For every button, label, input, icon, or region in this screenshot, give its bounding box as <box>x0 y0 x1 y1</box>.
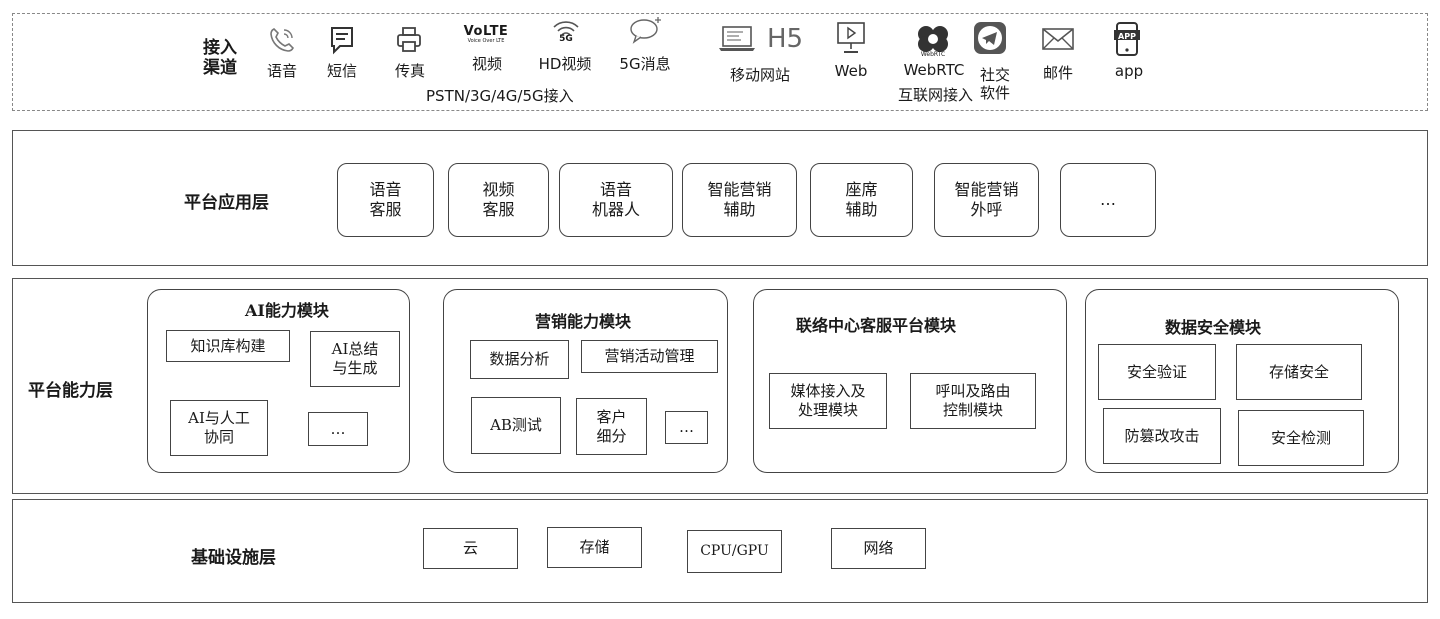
app-icon-text: APP <box>1118 32 1136 41</box>
infra-item-storage: 存储 <box>547 527 642 568</box>
volte-icon-text: VoLTE <box>463 24 509 39</box>
channel-title: 接入 渠道 <box>203 38 237 79</box>
channel-label-mail: 邮件 <box>1042 64 1074 82</box>
app-item-voice-robot: 语音 机器人 <box>559 163 673 237</box>
ai-item-knowledge-base: 知识库构建 <box>166 330 290 362</box>
volte-icon-subtext: Voice Over LTE <box>467 38 505 44</box>
channel-label-sms: 短信 <box>326 62 358 80</box>
app-item-smart-marketing-assist: 智能营销 辅助 <box>682 163 797 237</box>
mail-icon <box>1040 24 1076 54</box>
security-item-detection: 安全检测 <box>1238 410 1364 466</box>
channel-label-5g-message: 5G消息 <box>619 55 671 73</box>
app-item-more: … <box>1060 163 1156 237</box>
security-item-anti-tamper: 防篡改攻击 <box>1103 408 1221 464</box>
infra-item-cloud: 云 <box>423 528 518 569</box>
pstn-group-label: PSTN/3G/4G/5G接入 <box>426 87 574 105</box>
infra-item-network: 网络 <box>831 528 926 569</box>
contact-item-call-routing: 呼叫及路由 控制模块 <box>910 373 1036 429</box>
security-item-storage: 存储安全 <box>1236 344 1362 400</box>
marketing-item-campaign-management: 营销活动管理 <box>581 340 718 373</box>
marketing-item-ab-test: AB测试 <box>471 397 561 454</box>
5g-icon-text: 5G <box>559 34 573 44</box>
chat-bubble-icon <box>628 14 664 46</box>
webrtc-icon-text: WebRTC <box>920 51 946 58</box>
monitor-icon <box>833 20 869 56</box>
marketing-item-customer-segment: 客户 细分 <box>576 398 647 455</box>
app-item-agent-assist: 座席 辅助 <box>810 163 913 237</box>
fax-icon <box>393 24 425 56</box>
capability-layer-title: 平台能力层 <box>28 381 113 401</box>
ai-item-human-collaboration: AI与人工 协同 <box>170 400 268 456</box>
contact-center-module-title: 联络中心客服平台模块 <box>796 316 957 335</box>
5g-signal-icon: 5G <box>548 16 584 48</box>
app-layer-title: 平台应用层 <box>184 193 269 213</box>
channel-label-web: Web <box>834 62 868 80</box>
marketing-item-more: … <box>665 411 708 444</box>
laptop-h5-icon: H5 <box>710 22 810 56</box>
channel-label-fax: 传真 <box>394 62 426 80</box>
phone-icon <box>266 24 298 56</box>
data-security-module-title: 数据安全模块 <box>1165 318 1262 337</box>
app-icon: APP <box>1110 20 1144 58</box>
marketing-module-title: 营销能力模块 <box>535 312 632 331</box>
security-item-verification: 安全验证 <box>1098 344 1216 400</box>
channel-label-mobile-site: 移动网站 <box>729 66 791 84</box>
infra-layer-title: 基础设施层 <box>191 548 276 568</box>
channel-label-webrtc: WebRTC <box>903 61 965 79</box>
channel-label-social: 社交 软件 <box>979 66 1010 102</box>
internet-group-label: 互联网接入 <box>898 86 974 104</box>
sms-icon <box>326 24 358 56</box>
ai-module-title: AI能力模块 <box>245 301 329 320</box>
webrtc-icon: WebRTC <box>912 18 954 60</box>
marketing-item-data-analysis: 数据分析 <box>470 340 569 379</box>
ai-item-summary-generation: AI总结 与生成 <box>310 331 400 387</box>
telegram-icon <box>972 20 1008 56</box>
contact-item-media-access: 媒体接入及 处理模块 <box>769 373 887 429</box>
channel-label-video: 视频 <box>471 55 503 73</box>
channel-label-hd-video: HD视频 <box>538 55 592 73</box>
ai-item-more: … <box>308 412 368 446</box>
app-item-smart-marketing-outbound: 智能营销 外呼 <box>934 163 1039 237</box>
app-item-voice-service: 语音 客服 <box>337 163 434 237</box>
h5-icon-text: H5 <box>766 24 804 54</box>
channel-label-app: app <box>1114 62 1144 80</box>
channel-label-voice: 语音 <box>266 62 298 80</box>
infra-item-cpu-gpu: CPU/GPU <box>687 530 782 573</box>
app-item-video-service: 视频 客服 <box>448 163 549 237</box>
volte-icon: VoLTE Voice Over LTE <box>458 20 514 48</box>
